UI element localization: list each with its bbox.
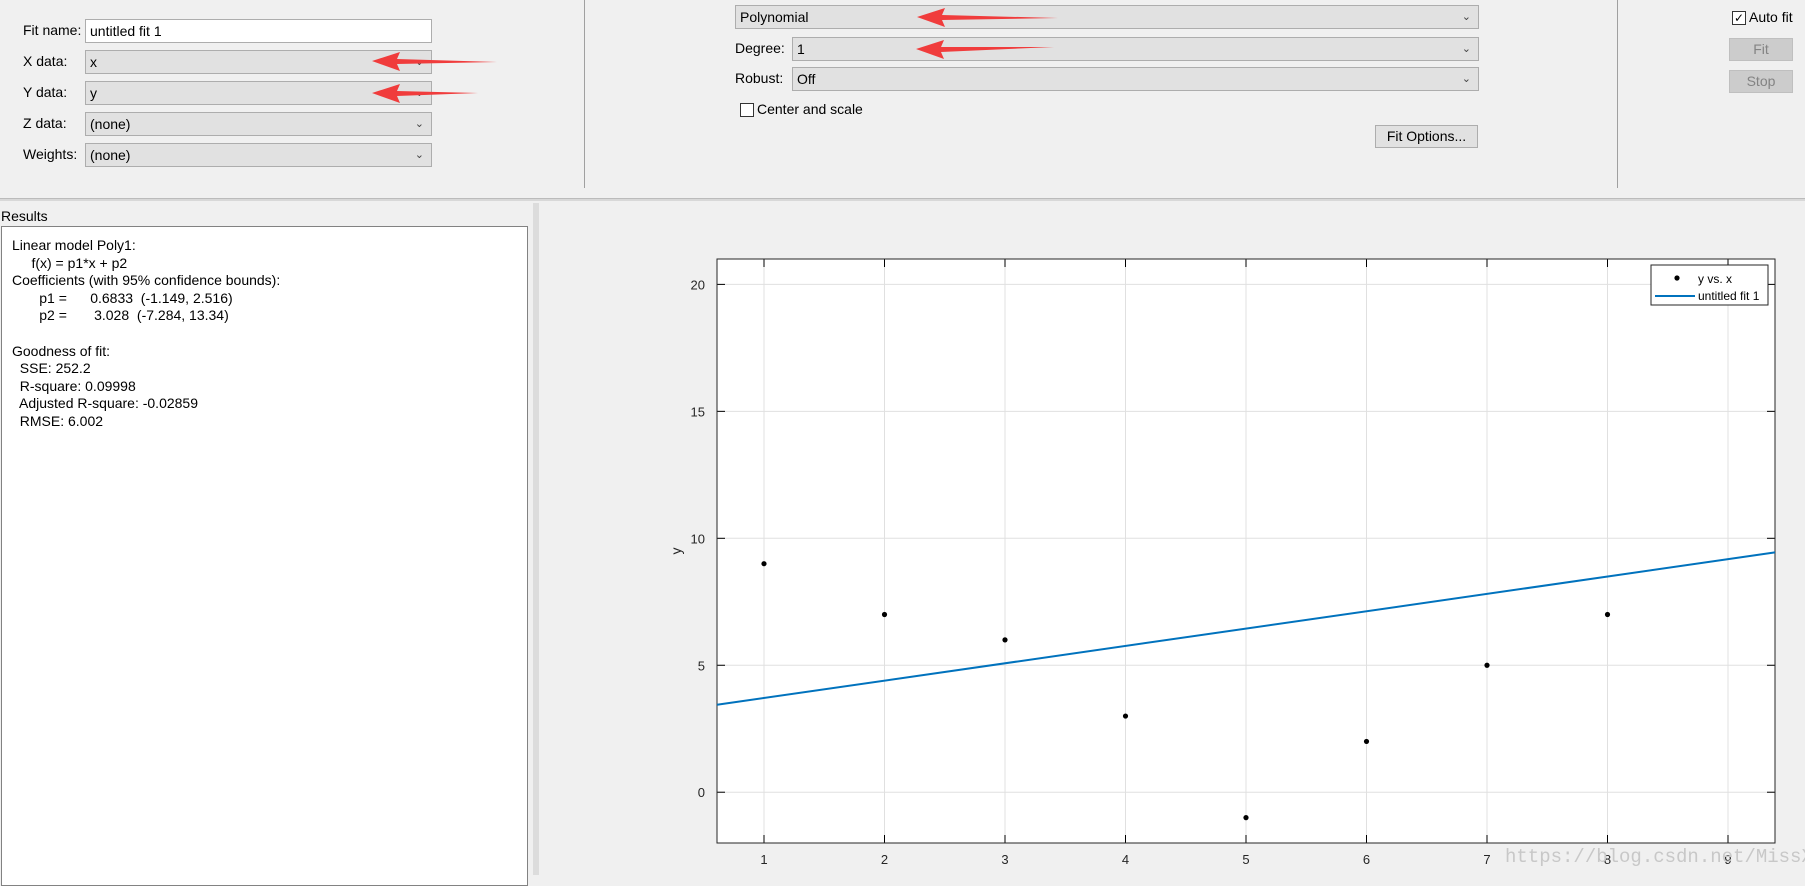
data-point — [1363, 738, 1370, 745]
y-tick-label: 10 — [691, 531, 705, 546]
y-tick-label: 0 — [698, 785, 705, 800]
x-tick-label: 5 — [1242, 852, 1249, 867]
data-point — [1484, 662, 1490, 668]
x-tick-label: 6 — [1363, 852, 1370, 867]
data-point — [881, 611, 888, 618]
y-tick-label: 20 — [691, 277, 705, 292]
legend-label: y vs. x — [1698, 272, 1732, 286]
y-tick-label: 5 — [698, 658, 705, 673]
legend: y vs. x untitled fit 1 — [1650, 264, 1769, 306]
x-tick-label: 4 — [1122, 852, 1129, 867]
plot-area: 1 2 3 4 5 6 7 8 905101520yy vs. xuntitled fit 1h… — [668, 258, 1805, 868]
data-point — [1243, 815, 1249, 821]
y-axis-label: y — [668, 548, 684, 555]
watermark: https://blog.csdn.net/MissXy_ — [1505, 846, 1805, 868]
y-tick-label: 15 — [691, 404, 705, 419]
x-tick-label: 7 — [1483, 852, 1490, 867]
data-point — [1002, 637, 1008, 643]
legend-label: untitled fit 1 — [1698, 289, 1760, 303]
x-tick-label: 1 — [760, 852, 767, 867]
legend-marker-points — [1674, 275, 1680, 281]
x-tick-label: 2 — [881, 852, 888, 867]
data-point — [1604, 611, 1611, 618]
data-point — [1122, 713, 1129, 719]
x-tick-label: 3 — [1001, 852, 1008, 867]
data-point — [761, 561, 767, 567]
